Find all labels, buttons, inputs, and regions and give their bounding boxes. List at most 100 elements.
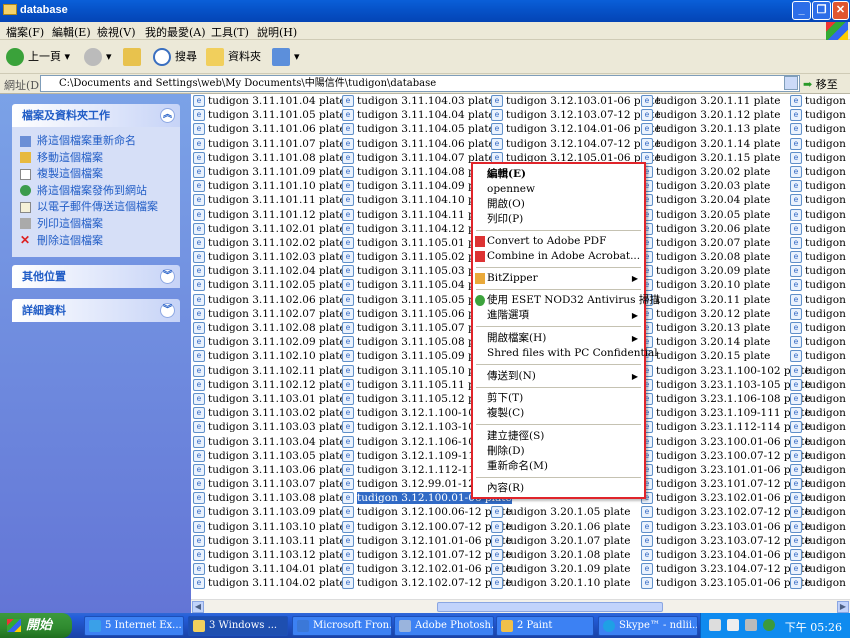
menu-item-print[interactable]: 列印(P)	[473, 212, 644, 227]
other-places-header[interactable]: 其他位置 ︾	[12, 265, 180, 288]
horizontal-scrollbar[interactable]: ◀ ▶	[191, 599, 850, 613]
file-item[interactable]: e tudigon 3.20.1.13 plate	[640, 122, 811, 136]
file-item[interactable]: e tudigon 3.11.102.01 plate	[192, 222, 346, 236]
file-item[interactable]: e tudigon 3.11.102.10 plate	[192, 349, 346, 363]
file-item[interactable]: etudigon 3.2	[789, 548, 850, 562]
task-rename[interactable]: 將這個檔案重新命名	[20, 133, 172, 150]
forward-button[interactable]: ▾	[84, 47, 112, 67]
file-item[interactable]: etudigon 3.2	[789, 420, 850, 434]
file-item[interactable]: e tudigon 3.20.08 plate	[640, 250, 811, 264]
file-item[interactable]: e tudigon 3.20.04 plate	[640, 193, 811, 207]
file-item[interactable]: e tudigon 3.20.1.11 plate	[640, 94, 811, 108]
file-item[interactable]: e tudigon 3.20.03 plate	[640, 179, 811, 193]
file-item[interactable]: e tudigon 3.20.1.12 plate	[640, 108, 811, 122]
task-print[interactable]: 列印這個檔案	[20, 216, 172, 233]
file-item[interactable]: etudigon 3.2	[789, 137, 850, 151]
help-icon[interactable]	[727, 619, 739, 631]
maximize-button[interactable]: ❐	[812, 1, 831, 20]
file-item[interactable]: e tudigon 3.20.1.06 plate	[490, 520, 661, 534]
file-item[interactable]: e tudigon 3.12.100.06-12 plate	[341, 505, 512, 519]
file-item[interactable]: e tudigon 3.23.103.07-12 plate	[640, 534, 811, 548]
menu-item-convert-pdf[interactable]: Convert to Adobe PDF	[473, 234, 644, 249]
menu-item-bitzipper[interactable]: BitZipper ▶	[473, 271, 644, 286]
file-item[interactable]: etudigon 3.2	[789, 520, 850, 534]
menu-view[interactable]: 檢視(V)	[97, 24, 136, 40]
file-item[interactable]: e tudigon 3.23.100.01-06 plate	[640, 435, 811, 449]
file-item[interactable]: e tudigon 3.23.102.07-12 plate	[640, 505, 811, 519]
file-item[interactable]: e tudigon 3.20.1.08 plate	[490, 548, 661, 562]
file-item[interactable]: e tudigon 3.11.103.05 plate	[192, 449, 346, 463]
file-item[interactable]: e tudigon 3.20.05 plate	[640, 208, 811, 222]
file-item[interactable]: etudigon 3.2	[789, 321, 850, 335]
file-item[interactable]: e tudigon 3.12.102.07-12 plate	[341, 576, 512, 590]
up-folder-button[interactable]	[123, 47, 145, 67]
file-item[interactable]: e tudigon 3.11.103.10 plate	[192, 520, 346, 534]
file-item[interactable]: e tudigon 3.20.12 plate	[640, 307, 811, 321]
file-item[interactable]: e tudigon 3.20.1.09 plate	[490, 562, 661, 576]
file-item[interactable]: e tudigon 3.11.104.02 plate	[192, 576, 346, 590]
file-tasks-header[interactable]: 檔案及資料夾工作 ︽	[12, 104, 180, 127]
file-item[interactable]: etudigon 3.2	[789, 278, 850, 292]
file-item[interactable]: e tudigon 3.12.100.07-12 plate	[341, 520, 512, 534]
file-item[interactable]: etudigon 3.2	[789, 94, 850, 108]
expand-chevron-icon[interactable]: ︾	[160, 269, 175, 284]
menu-item-rename[interactable]: 重新命名(M)	[473, 459, 644, 474]
file-item[interactable]: e tudigon 3.23.1.112-114 plate	[640, 420, 811, 434]
file-item[interactable]: e tudigon 3.11.102.04 plate	[192, 264, 346, 278]
file-item[interactable]: e tudigon 3.11.104.04 plate	[341, 108, 512, 122]
menu-item-create-shortcut[interactable]: 建立捷徑(S)	[473, 429, 644, 444]
file-item[interactable]: e tudigon 3.20.15 plate	[640, 349, 811, 363]
file-item[interactable]: etudigon 3.2	[789, 222, 850, 236]
file-item[interactable]: e tudigon 3.12.102.01-06 plate	[341, 562, 512, 576]
file-item[interactable]: etudigon 3.2	[789, 236, 850, 250]
file-item[interactable]: e tudigon 3.23.102.01-06 plate	[640, 491, 811, 505]
menu-file[interactable]: 檔案(F)	[6, 24, 44, 40]
file-item[interactable]: e tudigon 3.11.103.04 plate	[192, 435, 346, 449]
file-item[interactable]: e tudigon 3.11.103.01 plate	[192, 392, 346, 406]
network-icon[interactable]	[745, 619, 757, 631]
taskbar-button-paint[interactable]: 2 Paint	[496, 616, 594, 636]
file-item[interactable]: e tudigon 3.20.09 plate	[640, 264, 811, 278]
file-item[interactable]: e tudigon 3.23.101.01-06 plate	[640, 463, 811, 477]
taskbar-button-windows[interactable]: 3 Windows ...	[188, 616, 288, 636]
file-item[interactable]: e tudigon 3.11.102.06 plate	[192, 293, 346, 307]
taskbar-button-frontpage[interactable]: Microsoft Fron...	[292, 616, 392, 636]
file-item[interactable]: e tudigon 3.11.101.05 plate	[192, 108, 346, 122]
file-item[interactable]: etudigon 3.2	[789, 534, 850, 548]
file-item[interactable]: e tudigon 3.11.101.06 plate	[192, 122, 346, 136]
file-item[interactable]: e tudigon 3.23.101.07-12 plate	[640, 477, 811, 491]
file-item[interactable]: e tudigon 3.20.1.07 plate	[490, 534, 661, 548]
file-item[interactable]: e tudigon 3.11.103.07 plate	[192, 477, 346, 491]
taskbar-button-photoshop[interactable]: Adobe Photosh...	[394, 616, 494, 636]
scroll-thumb[interactable]	[437, 602, 663, 612]
menu-item-opennew[interactable]: opennew	[473, 182, 644, 197]
file-item[interactable]: e tudigon 3.11.104.05 plate	[341, 122, 512, 136]
file-item[interactable]: e tudigon 3.11.102.03 plate	[192, 250, 346, 264]
file-item[interactable]: etudigon 3.2	[789, 349, 850, 363]
file-item[interactable]: e tudigon 3.11.101.11 plate	[192, 193, 346, 207]
file-item[interactable]: e tudigon 3.11.101.08 plate	[192, 151, 346, 165]
file-item[interactable]: e tudigon 3.23.1.109-111 plate	[640, 406, 811, 420]
task-delete[interactable]: ✕ 刪除這個檔案	[20, 233, 172, 250]
menu-item-open[interactable]: 開啟(O)	[473, 197, 644, 212]
file-item[interactable]: e tudigon 3.20.1.14 plate	[640, 137, 811, 151]
folders-button[interactable]: 資料夾	[206, 47, 261, 67]
file-item[interactable]: e tudigon 3.11.104.03 plate	[341, 94, 512, 108]
menu-edit[interactable]: 編輯(E)	[52, 24, 91, 40]
file-item[interactable]: etudigon 3.2	[789, 264, 850, 278]
file-item[interactable]: etudigon 3.2	[789, 193, 850, 207]
file-item[interactable]: e tudigon 3.20.1.15 plate	[640, 151, 811, 165]
file-item[interactable]: e tudigon 3.11.101.12 plate	[192, 208, 346, 222]
file-item[interactable]: etudigon 3.2	[789, 108, 850, 122]
file-item[interactable]: etudigon 3.2	[789, 307, 850, 321]
scroll-left-arrow-icon[interactable]: ◀	[192, 601, 204, 613]
file-item[interactable]: etudigon 3.2	[789, 576, 850, 590]
file-item[interactable]: etudigon 3.2	[789, 406, 850, 420]
back-button[interactable]: 上一頁 ▾	[6, 47, 70, 67]
file-item[interactable]: e tudigon 3.20.02 plate	[640, 165, 811, 179]
file-item[interactable]: e tudigon 3.11.103.06 plate	[192, 463, 346, 477]
file-item[interactable]: e tudigon 3.12.103.07-12 plate	[490, 108, 661, 122]
file-item[interactable]: e tudigon 3.11.104.01 plate	[192, 562, 346, 576]
menu-item-advanced[interactable]: 進階選項 ▶	[473, 308, 644, 323]
address-dropdown-button[interactable]	[784, 76, 798, 90]
